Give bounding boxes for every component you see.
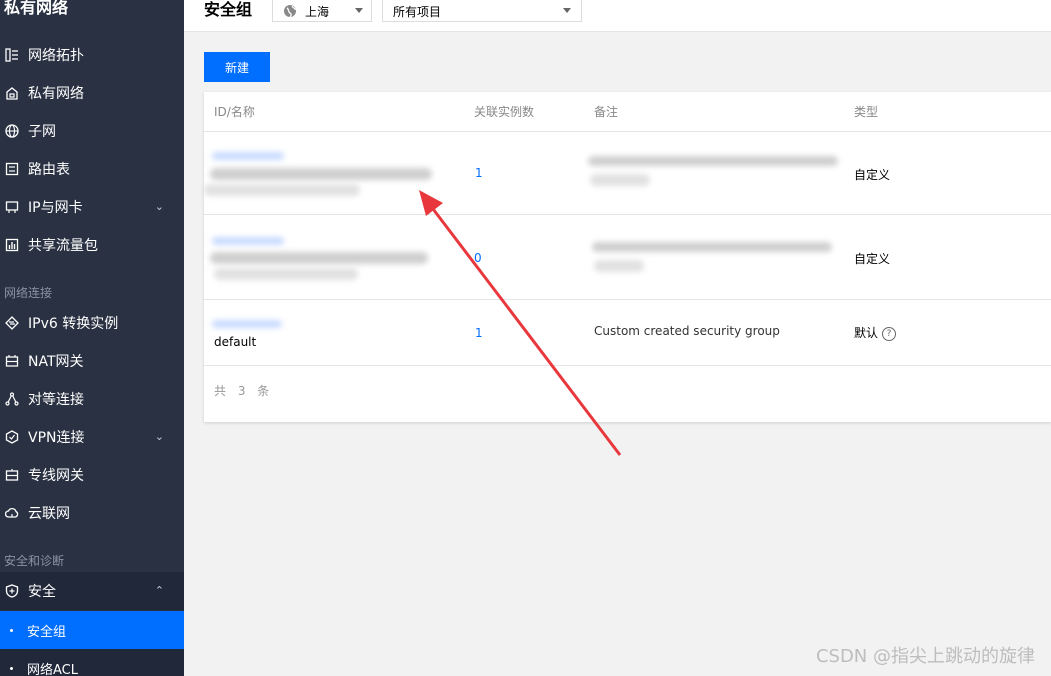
column-header-type: 类型 (854, 105, 879, 119)
sidebar-item-label: 安全组 (27, 624, 67, 640)
sidebar-item-label: 子网 (28, 124, 56, 140)
caret-down-icon (355, 8, 363, 13)
sidebar-item-label: 路由表 (28, 162, 70, 178)
sidebar-item-security-group[interactable]: 安全组 (0, 611, 184, 649)
sidebar-item-topology[interactable]: 网络拓扑 (0, 36, 184, 74)
ipv6-icon (4, 315, 20, 331)
redacted-name (210, 252, 428, 264)
ip-card-icon (4, 199, 20, 215)
nat-gateway-icon (4, 353, 20, 369)
instance-count-link[interactable]: 1 (475, 326, 483, 340)
redacted-name (214, 268, 358, 280)
topology-icon (4, 47, 20, 63)
sidebar-item-label: 网络拓扑 (28, 48, 84, 64)
redacted-remark (588, 156, 838, 166)
chevron-up-icon: ⌃ (154, 584, 164, 597)
sidebar: 私有网络 网络拓扑 私有网络 子网 路由表 IP与网卡 ⌄ 共享流量包 网络连接… (0, 0, 184, 676)
sidebar-item-label: 安全 (28, 584, 56, 600)
project-select[interactable]: 所有项目 (382, 0, 582, 22)
sidebar-item-subnet[interactable]: 子网 (0, 112, 184, 150)
sidebar-item-label: 对等连接 (28, 392, 84, 408)
sidebar-item-vpn[interactable]: VPN连接 ⌄ (0, 418, 184, 456)
sidebar-item-label: IPv6 转换实例 (28, 316, 119, 332)
vpn-icon (4, 429, 20, 445)
bullet-icon (10, 666, 13, 670)
divider (204, 131, 1051, 132)
sidebar-item-ccn[interactable]: 云联网 (0, 494, 184, 532)
sidebar-title: 私有网络 (4, 0, 69, 17)
column-header-instance-count: 关联实例数 (474, 105, 535, 119)
type-value: 自定义 (854, 252, 891, 266)
shield-icon (4, 583, 20, 599)
header: 安全组 上海 所有项目 (184, 0, 1051, 32)
sidebar-item-security[interactable]: 安全 ⌃ (0, 572, 184, 610)
sidebar-item-traffic-package[interactable]: 共享流量包 (0, 226, 184, 264)
type-value: 自定义 (854, 168, 891, 182)
route-table-icon (4, 161, 20, 177)
help-icon[interactable]: ? (882, 326, 897, 341)
direct-connect-icon (4, 467, 20, 483)
remark-value: Custom created security group (594, 324, 780, 338)
redacted-remark (592, 242, 832, 252)
redacted-remark (594, 260, 644, 272)
type-value: 默认? (854, 324, 897, 341)
vpc-icon (4, 85, 20, 101)
chevron-down-icon: ⌄ (154, 430, 164, 443)
sidebar-item-ipv6[interactable]: IPv6 转换实例 (0, 304, 184, 342)
column-header-id-name: ID/名称 (214, 105, 255, 119)
redacted-name (204, 184, 360, 196)
sidebar-item-vpc[interactable]: 私有网络 (0, 74, 184, 112)
sidebar-item-label: IP与网卡 (28, 200, 83, 216)
redacted-id[interactable] (212, 237, 284, 245)
caret-down-icon (563, 8, 571, 13)
group-name: default (214, 335, 257, 349)
security-group-table: ID/名称 关联实例数 备注 类型 1 自定义 0 自定义 default 1 … (204, 92, 1051, 422)
globe-icon (4, 123, 20, 139)
sidebar-item-label: NAT网关 (28, 354, 84, 370)
instance-count-link[interactable]: 0 (474, 251, 482, 265)
sidebar-item-ip-card[interactable]: IP与网卡 ⌄ (0, 188, 184, 226)
project-value: 所有项目 (393, 5, 442, 19)
region-select[interactable]: 上海 (272, 0, 372, 22)
divider (204, 299, 1051, 300)
sidebar-item-route-table[interactable]: 路由表 (0, 150, 184, 188)
sidebar-item-nat[interactable]: NAT网关 (0, 342, 184, 380)
redacted-remark (590, 174, 650, 186)
divider (204, 214, 1051, 215)
redacted-id[interactable] (212, 152, 284, 160)
pagination-total: 共 3 条 (214, 384, 274, 398)
sidebar-item-network-acl[interactable]: 网络ACL (0, 649, 184, 676)
ccn-icon (4, 505, 20, 521)
sidebar-item-label: 共享流量包 (28, 238, 98, 254)
sidebar-item-label: VPN连接 (28, 430, 85, 446)
sidebar-item-label: 专线网关 (28, 468, 84, 484)
watermark: CSDN @指尖上跳动的旋律 (815, 646, 1035, 667)
divider (204, 365, 1051, 366)
bullet-icon (10, 628, 13, 632)
chevron-down-icon: ⌄ (154, 200, 164, 213)
region-value: 上海 (305, 5, 330, 19)
type-label: 默认 (854, 326, 879, 340)
sidebar-item-direct-connect[interactable]: 专线网关 (0, 456, 184, 494)
redacted-id[interactable] (212, 320, 282, 328)
traffic-package-icon (4, 237, 20, 253)
new-button[interactable]: 新建 (204, 52, 270, 82)
page-title: 安全组 (204, 0, 253, 19)
column-header-remark: 备注 (594, 105, 619, 119)
sidebar-item-peering[interactable]: 对等连接 (0, 380, 184, 418)
sidebar-item-label: 云联网 (28, 506, 70, 522)
redacted-name (210, 168, 432, 180)
peering-icon (4, 391, 20, 407)
sidebar-item-label: 网络ACL (27, 662, 78, 676)
sidebar-group-security: 安全和诊断 (4, 554, 65, 568)
sidebar-group-network: 网络连接 (4, 286, 53, 300)
sidebar-item-label: 私有网络 (28, 86, 84, 102)
instance-count-link[interactable]: 1 (475, 166, 483, 180)
globe-icon (283, 4, 297, 21)
